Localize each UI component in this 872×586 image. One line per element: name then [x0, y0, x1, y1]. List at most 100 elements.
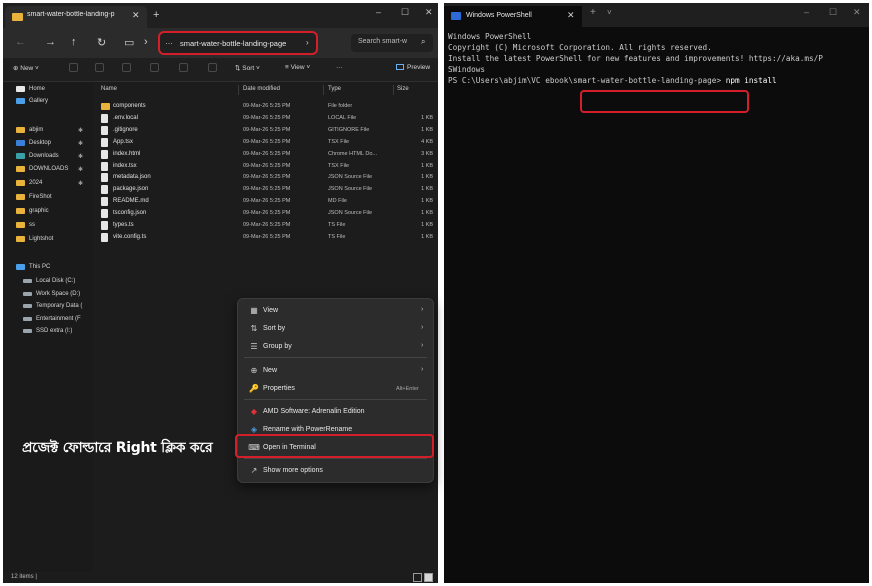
rename-icon[interactable]: [150, 63, 159, 72]
nav-item-downloads[interactable]: DOWNLOADS: [16, 166, 68, 172]
file-row[interactable]: types.ts 09-Mar-26 5:25 PM TS File 1 KB: [93, 220, 438, 232]
nav-item-drive[interactable]: Entertainment (F: [23, 316, 81, 322]
nav-item-drive[interactable]: Temporary Data (: [23, 303, 82, 309]
column-header-size[interactable]: Size: [397, 86, 409, 92]
tiles-view-icon[interactable]: [424, 573, 433, 582]
more-options-button[interactable]: ···: [336, 64, 343, 71]
forward-button[interactable]: →: [45, 36, 56, 48]
file-row[interactable]: App.tsx 09-Mar-26 5:25 PM TSX File 4 KB: [93, 137, 438, 149]
column-header-name[interactable]: Name: [101, 86, 117, 92]
close-window-button[interactable]: ✕: [853, 7, 861, 18]
column-divider[interactable]: [393, 85, 394, 95]
file-date: 09-Mar-26 5:25 PM: [243, 174, 291, 181]
maximize-button[interactable]: ☐: [401, 7, 409, 18]
address-bar[interactable]: … smart-water-bottle-landing-page ›: [158, 31, 318, 55]
column-divider[interactable]: [238, 85, 239, 95]
explorer-tab[interactable]: smart-water-bottle-landing-p ✕: [5, 6, 147, 28]
file-row[interactable]: package.json 09-Mar-26 5:25 PM JSON Source…: [93, 184, 438, 196]
column-divider[interactable]: [323, 85, 324, 95]
refresh-button[interactable]: ↻: [97, 36, 106, 49]
nav-item-fireshot[interactable]: FireShot: [16, 194, 52, 200]
nav-item-desktop[interactable]: Desktop: [16, 140, 51, 146]
file-icon: [101, 113, 108, 123]
menu-item-group-by[interactable]: ☰ Group by ›: [238, 338, 433, 356]
maximize-button[interactable]: ☐: [829, 7, 837, 18]
nav-item-drive[interactable]: Work Space (D:): [23, 291, 80, 297]
terminal-tab[interactable]: Windows PowerShell ✕: [444, 6, 582, 27]
menu-item-sort-by[interactable]: ⇅ Sort by ›: [238, 320, 433, 338]
folder-icon: [16, 86, 25, 92]
menu-item-properties[interactable]: 🔑 Properties Alt+Enter: [238, 380, 433, 398]
delete-icon[interactable]: [208, 63, 217, 72]
column-header-type[interactable]: Type: [328, 86, 341, 92]
copy-icon[interactable]: [95, 63, 104, 72]
terminal-output[interactable]: Windows PowerShell Copyright (C) Microsof…: [448, 31, 868, 86]
sort-button[interactable]: ⇅ Sort ˅: [235, 64, 260, 72]
file-row[interactable]: tsconfig.json 09-Mar-26 5:25 PM JSON Sourc…: [93, 208, 438, 220]
folder-icon: [16, 140, 25, 146]
view-button[interactable]: ≡ View ˅: [285, 64, 310, 71]
close-tab-icon[interactable]: ✕: [132, 10, 140, 21]
share-icon[interactable]: [179, 63, 188, 72]
menu-item-show-more-options[interactable]: ↗ Show more options: [238, 462, 433, 480]
file-row[interactable]: index.html 09-Mar-26 5:25 PM Chrome HTML D…: [93, 149, 438, 161]
nav-item-drive[interactable]: Local Disk (C:): [23, 278, 75, 284]
search-input[interactable]: Search smart-w ⌕: [351, 34, 433, 52]
file-row[interactable]: .gitignore 09-Mar-26 5:25 PM GITIGNORE Fil…: [93, 125, 438, 137]
nav-item-abjim[interactable]: abjim: [16, 127, 43, 133]
file-row[interactable]: index.tsx 09-Mar-26 5:25 PM TSX File 1 KB: [93, 161, 438, 173]
nav-item-2024[interactable]: 2024: [16, 180, 42, 186]
breadcrumb-chevron-icon[interactable]: ›: [144, 36, 148, 48]
nav-item-home[interactable]: Home: [16, 86, 45, 92]
new-tab-button[interactable]: +: [590, 7, 596, 18]
menu-item-label: Show more options: [263, 467, 323, 474]
back-button[interactable]: ←: [15, 36, 26, 48]
file-row[interactable]: vite.config.ts 09-Mar-26 5:25 PM TS File 1 …: [93, 232, 438, 244]
pin-icon[interactable]: ✱: [78, 140, 83, 147]
minimize-button[interactable]: –: [804, 7, 809, 17]
details-view-icon[interactable]: [413, 573, 422, 582]
nav-item-drive[interactable]: SSD extra (I:): [23, 328, 72, 334]
cut-icon[interactable]: [69, 63, 78, 72]
nav-item-graphic[interactable]: graphic: [16, 208, 49, 214]
file-row[interactable]: README.md 09-Mar-26 5:25 PM MD File 1 KB: [93, 196, 438, 208]
menu-item-amd-software-adrenalin-edition[interactable]: ◆ AMD Software: Adrenalin Edition: [238, 403, 433, 421]
new-button[interactable]: ⊕ New ˅: [13, 64, 39, 72]
preview-button[interactable]: Preview: [396, 64, 430, 71]
search-placeholder: Search smart-w: [358, 38, 408, 45]
pin-icon[interactable]: ✱: [78, 127, 83, 134]
pin-icon[interactable]: ✱: [78, 153, 83, 160]
nav-item-label: SSD extra (I:): [36, 328, 73, 334]
file-size: 1 KB: [421, 222, 433, 228]
drive-icon: [23, 304, 32, 308]
folder-icon: [16, 236, 25, 242]
up-button[interactable]: ↑: [71, 36, 77, 48]
file-row[interactable]: metadata.json 09-Mar-26 5:25 PM JSON Sourc…: [93, 172, 438, 184]
nav-item-this-pc[interactable]: This PC: [16, 264, 50, 270]
powershell-window: Windows PowerShell ✕ + ˅ – ☐ ✕ Windows P…: [444, 3, 869, 583]
column-header-date[interactable]: Date modified: [243, 86, 280, 92]
nav-item-lightshot[interactable]: Lightshot: [16, 236, 53, 242]
nav-item-gallery[interactable]: Gallery: [16, 98, 48, 104]
menu-item-new[interactable]: ⊕ New ›: [238, 362, 433, 380]
close-window-button[interactable]: ✕: [425, 7, 433, 18]
nav-item-ss[interactable]: ss: [16, 222, 35, 228]
file-type: JSON Source File: [328, 186, 373, 193]
minimize-button[interactable]: –: [376, 7, 381, 17]
chevron-right-icon: ›: [421, 324, 424, 331]
menu-item-view[interactable]: ▦ View ›: [238, 302, 433, 320]
nav-item-downloads[interactable]: Downloads: [16, 153, 59, 159]
new-tab-button[interactable]: +: [153, 9, 159, 21]
nav-item-label: This PC: [29, 264, 51, 270]
more-icon[interactable]: …: [165, 37, 173, 46]
chevron-down-icon[interactable]: ˅: [607, 8, 612, 17]
pin-icon[interactable]: ✱: [78, 166, 83, 173]
pin-icon[interactable]: ✱: [78, 180, 83, 187]
file-row[interactable]: components 09-Mar-26 5:25 PM File folder: [93, 101, 438, 113]
menu-item-label: AMD Software: Adrenalin Edition: [263, 408, 365, 415]
file-row[interactable]: .env.local 09-Mar-26 5:25 PM LOCAL File 1 K…: [93, 113, 438, 125]
close-tab-icon[interactable]: ✕: [567, 10, 575, 21]
paste-icon[interactable]: [122, 63, 131, 72]
chevron-right-icon[interactable]: ›: [306, 38, 309, 47]
monitor-icon[interactable]: ▭: [124, 36, 134, 49]
